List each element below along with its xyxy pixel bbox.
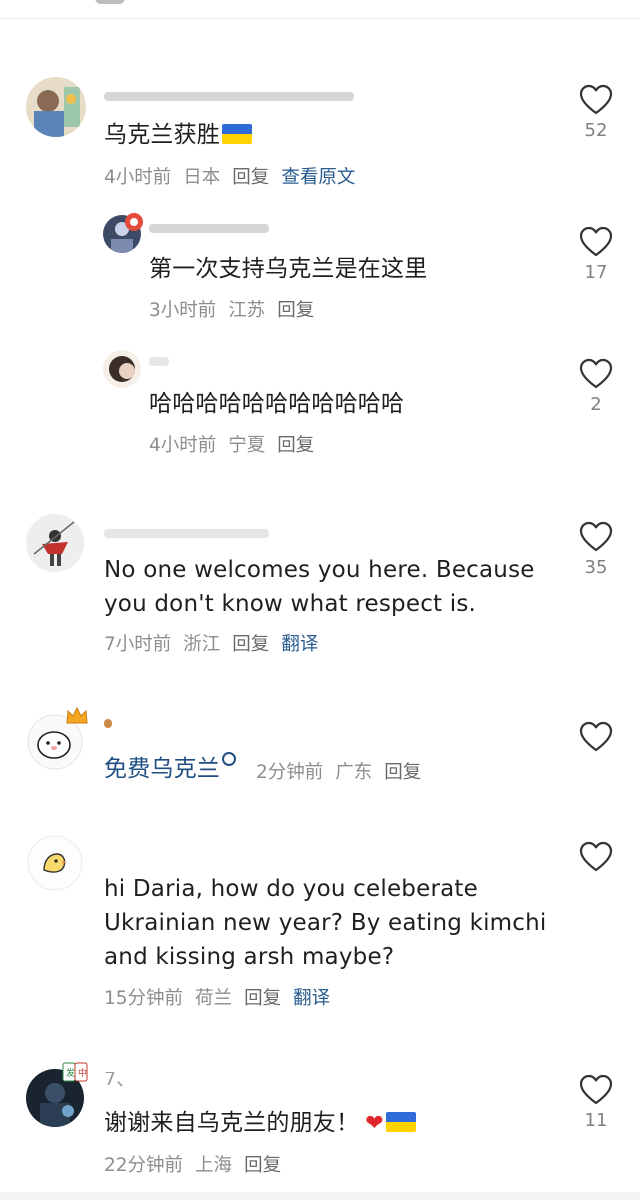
timestamp: 2分钟前	[256, 762, 324, 783]
like-button[interactable]: 35	[576, 521, 616, 579]
like-button[interactable]: 2	[576, 358, 616, 416]
red-heart-icon: ❤	[365, 1111, 384, 1136]
avatar[interactable]	[26, 77, 86, 137]
cropped-avatar-fragment	[95, 0, 125, 4]
comment-text: 谢谢来自乌克兰的朋友！ ❤	[104, 1106, 416, 1141]
heart-outline-icon	[579, 521, 613, 552]
ukraine-flag-icon	[222, 124, 252, 144]
like-button[interactable]	[576, 721, 616, 779]
like-button[interactable]: 11	[576, 1074, 616, 1132]
comment-meta: 7小时前 浙江 回复 翻译	[104, 630, 330, 656]
like-count	[576, 877, 616, 899]
comment-text: hi Daria, how do you celeberate Ukrainia…	[104, 876, 547, 970]
bottom-divider	[0, 1192, 640, 1200]
reply-button[interactable]: 回复	[244, 1155, 281, 1176]
location: 浙江	[183, 634, 221, 655]
location: 宁夏	[228, 435, 266, 456]
heart-outline-icon	[579, 721, 613, 752]
ukraine-flag-icon	[385, 1112, 416, 1132]
comment-meta: 4小时前 宁夏 回复	[149, 431, 326, 457]
like-button[interactable]: 17	[576, 226, 616, 284]
username-blurred[interactable]	[149, 355, 179, 369]
username[interactable]: 7、	[104, 1072, 164, 1094]
reply-button[interactable]: 回复	[384, 762, 421, 783]
like-button[interactable]	[576, 841, 616, 899]
reply-button[interactable]: 回复	[277, 300, 314, 321]
crown-badge-icon	[64, 705, 90, 727]
translate-button[interactable]: 翻译	[281, 634, 318, 655]
comment-text: 哈哈哈哈哈哈哈哈哈哈哈	[149, 391, 405, 417]
location: 日本	[183, 167, 221, 188]
comment-text: No one welcomes you here. Because you do…	[104, 557, 535, 617]
timestamp: 15分钟前	[104, 988, 184, 1009]
svg-text:中: 中	[78, 1067, 87, 1079]
comment-meta: 22分钟前 上海 回复	[104, 1151, 293, 1177]
timestamp: 7小时前	[104, 634, 172, 655]
avatar-badge-icon	[123, 211, 149, 233]
like-count: 2	[590, 394, 602, 415]
reply-button[interactable]: 回复	[232, 634, 269, 655]
reply-button[interactable]: 回复	[277, 435, 314, 456]
username-blurred[interactable]	[104, 527, 284, 541]
comment-text: 免费乌克兰	[104, 752, 236, 786]
translate-button[interactable]: 翻译	[293, 988, 330, 1009]
comment-text: 第一次支持乌克兰是在这里	[149, 256, 428, 282]
username-blurred[interactable]	[104, 717, 124, 731]
comment-meta: 2分钟前 广东 回复	[256, 758, 433, 784]
comment-meta: 4小时前 日本 回复 查看原文	[104, 163, 367, 189]
timestamp: 4小时前	[104, 167, 172, 188]
username-blurred[interactable]	[149, 222, 279, 236]
timestamp: 22分钟前	[104, 1155, 184, 1176]
username-blurred[interactable]	[104, 90, 364, 104]
like-count: 17	[584, 262, 608, 283]
heart-outline-icon	[579, 841, 613, 872]
location: 广东	[335, 762, 373, 783]
reply-button[interactable]: 回复	[244, 988, 281, 1009]
location: 江苏	[228, 300, 266, 321]
like-count	[576, 757, 616, 779]
heart-outline-icon	[579, 358, 613, 389]
svg-text:发: 发	[66, 1067, 75, 1079]
heart-outline-icon	[579, 84, 613, 115]
comment-meta: 3小时前 江苏 回复	[149, 296, 326, 322]
timestamp: 3小时前	[149, 300, 217, 321]
like-count: 52	[584, 120, 608, 141]
search-icon[interactable]	[222, 752, 236, 766]
location: 上海	[195, 1155, 233, 1176]
like-button[interactable]: 52	[576, 84, 616, 142]
reply-button[interactable]: 回复	[232, 167, 269, 188]
avatar[interactable]	[103, 350, 141, 388]
comment-text: 乌克兰获胜	[104, 118, 252, 152]
comment-meta: 15分钟前 荷兰 回复 翻译	[104, 984, 342, 1010]
location: 荷兰	[195, 988, 233, 1009]
top-divider	[0, 18, 640, 19]
heart-outline-icon	[579, 226, 613, 257]
timestamp: 4小时前	[149, 435, 217, 456]
avatar[interactable]	[26, 834, 84, 892]
like-count: 11	[584, 1110, 608, 1131]
avatar[interactable]	[26, 514, 84, 572]
like-count: 35	[584, 557, 608, 578]
view-original-button[interactable]: 查看原文	[281, 167, 355, 188]
heart-outline-icon	[579, 1074, 613, 1105]
mahjong-badge-icon: 发中	[62, 1061, 88, 1083]
